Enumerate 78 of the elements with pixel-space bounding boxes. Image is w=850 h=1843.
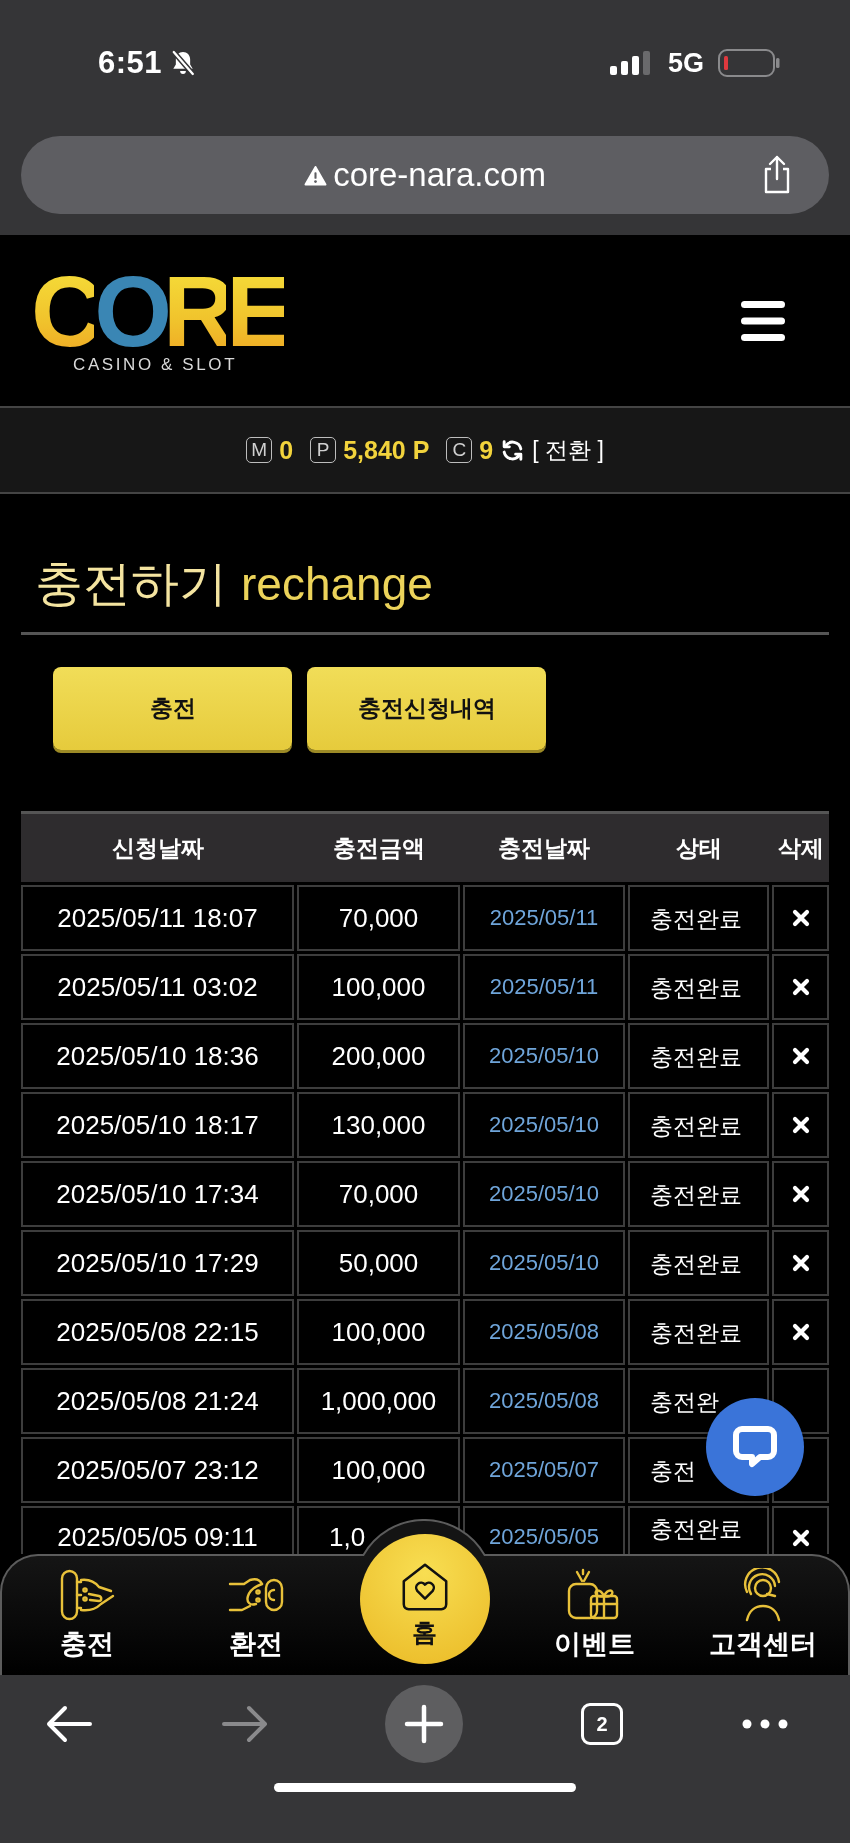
battery-icon	[718, 49, 780, 77]
page-title: 충전하기	[35, 556, 227, 612]
x-icon[interactable]	[790, 1046, 811, 1066]
column-header: 신청날짜	[110, 833, 205, 863]
balance-value: 0	[279, 435, 294, 465]
table-cell: 100,000	[297, 1437, 460, 1503]
table-cell: 100,000	[297, 1299, 460, 1365]
table-cell: 2025/05/10 18:17	[21, 1092, 294, 1158]
table-cell: 100,000	[297, 954, 460, 1020]
table-cell: 2025/05/10	[463, 1161, 625, 1227]
table-cell: 2025/05/10 17:34	[21, 1161, 294, 1227]
back-arrow-icon[interactable]	[45, 1704, 93, 1744]
status-time: 6:51	[98, 45, 163, 81]
column-header: 충전금액	[331, 833, 426, 863]
warning-icon	[304, 164, 328, 186]
table-cell: 충전완료	[628, 1161, 769, 1227]
logo-tagline: CASINO & SLOT	[73, 354, 238, 375]
table-cell: 50,000	[297, 1230, 460, 1296]
signal-icon	[609, 51, 650, 75]
table-cell: 충전완료	[628, 885, 769, 951]
balance-value: 9	[479, 435, 494, 465]
table-cell: 2025/05/11 18:07	[21, 885, 294, 951]
network-label: 5G	[667, 47, 704, 79]
nav-button[interactable]: 환전	[227, 1556, 284, 1660]
currency-letter: P	[310, 437, 337, 463]
column-header: 충전날짜	[497, 833, 591, 863]
plus-icon[interactable]	[385, 1685, 463, 1763]
table-cell: 200,000	[297, 1023, 460, 1089]
table-cell: 2025/05/10	[463, 1092, 625, 1158]
table-cell: 2025/05/08	[463, 1368, 625, 1434]
table-cell: 충전완료	[628, 1299, 769, 1365]
more-icon[interactable]	[742, 1719, 788, 1729]
hand-coins-icon	[58, 1568, 115, 1622]
currency-letter: M	[246, 437, 273, 463]
column-header: 상태	[674, 833, 723, 863]
table-cell: 충전완료	[628, 1023, 769, 1089]
table-cell: 충전완료	[628, 1506, 769, 1554]
x-icon[interactable]	[790, 1115, 811, 1135]
table-cell: 2025/05/10 17:29	[21, 1230, 294, 1296]
nav-button[interactable]: 이벤트	[553, 1556, 635, 1660]
balance-value: 5,840 P	[343, 435, 430, 465]
table-cell: 2025/05/07	[463, 1437, 625, 1503]
nav-button[interactable]: 고객센터	[709, 1556, 818, 1660]
table-cell: 충전완료	[628, 954, 769, 1020]
table-cell: 2025/05/08 22:15	[21, 1299, 294, 1365]
table-cell: 1,000,000	[297, 1368, 460, 1434]
menu-icon[interactable]	[741, 300, 785, 341]
x-icon[interactable]	[790, 1322, 811, 1342]
url-text: core-nara.com	[333, 156, 546, 194]
currency-letter: C	[446, 437, 473, 463]
tab-count-button[interactable]: 2	[581, 1703, 623, 1745]
table-cell: 2025/05/07 23:12	[21, 1437, 294, 1503]
x-icon[interactable]	[790, 908, 811, 928]
convert-link[interactable]: [ 전환 ]	[532, 434, 604, 466]
table-cell: 70,000	[297, 885, 460, 951]
history-button[interactable]: 충전신청내역	[307, 667, 546, 750]
table-cell: 충전완료	[628, 1092, 769, 1158]
table-cell: 2025/05/05 09:11	[21, 1506, 294, 1554]
x-icon[interactable]	[790, 977, 811, 997]
nav-button[interactable]: 충전	[58, 1556, 115, 1660]
column-header: 삭제	[776, 833, 825, 863]
table-cell: 2025/05/11	[463, 954, 625, 1020]
table-cell: 2025/05/08	[463, 1299, 625, 1365]
table-cell: 70,000	[297, 1161, 460, 1227]
table-cell: 충전완료	[628, 1230, 769, 1296]
table-cell: 2025/05/10	[463, 1230, 625, 1296]
table-cell: 2025/05/08 21:24	[21, 1368, 294, 1434]
table-cell: 130,000	[297, 1092, 460, 1158]
x-icon[interactable]	[790, 1253, 811, 1273]
table-cell: 2025/05/11	[463, 885, 625, 951]
page-subtitle: rechange	[241, 557, 433, 612]
address-bar[interactable]: core-nara.com	[21, 136, 829, 214]
x-icon[interactable]	[790, 1528, 811, 1548]
charge-button[interactable]: 충전	[53, 667, 292, 750]
table-cell: 2025/05/10 18:36	[21, 1023, 294, 1089]
x-icon[interactable]	[790, 1184, 811, 1204]
table-cell: 2025/05/11 03:02	[21, 954, 294, 1020]
table-cell: 2025/05/10	[463, 1023, 625, 1089]
